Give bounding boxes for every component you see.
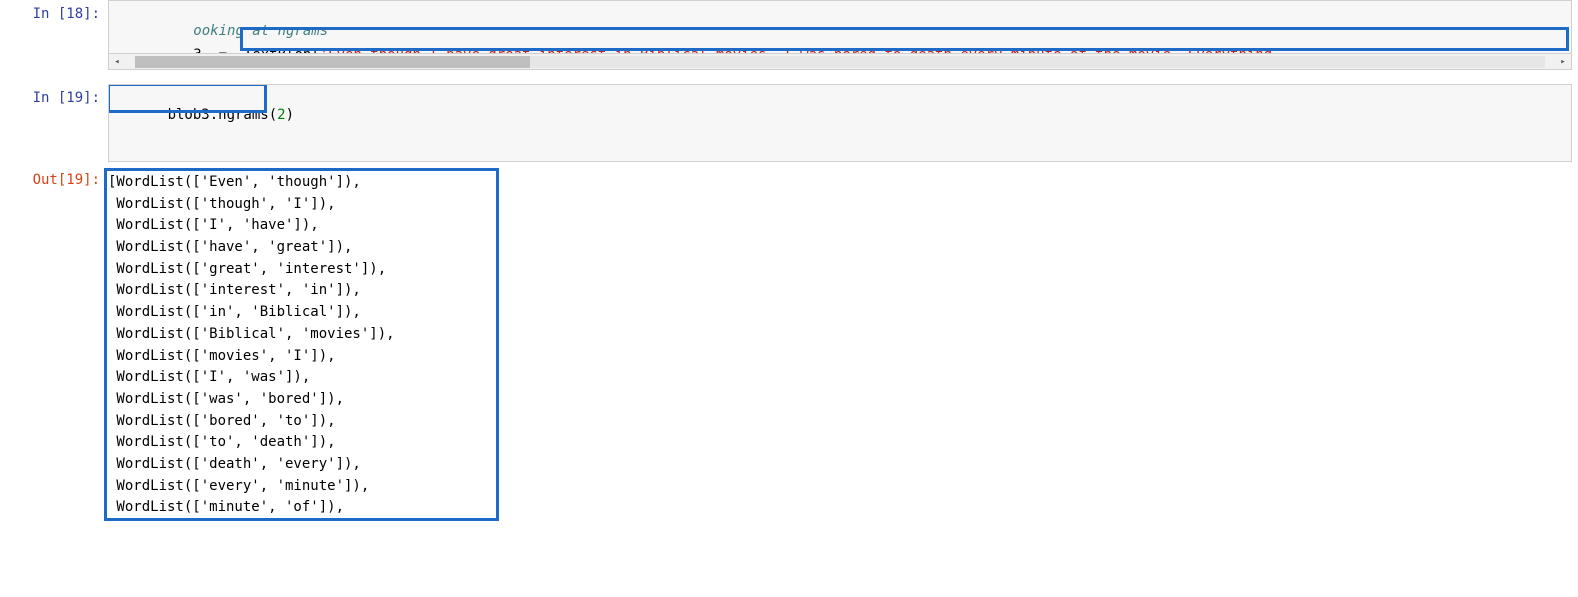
cell19-output-text: [WordList(['Even', 'though']), WordList(…	[108, 166, 1572, 519]
code-cell-18-content: ooking at ngrams 3 = TextBlob('Even thou…	[108, 0, 1578, 70]
cell19-call-post: )	[286, 107, 294, 123]
cell19-code-area[interactable]: blob3.ngrams(2)	[108, 84, 1572, 162]
cell18-code-area[interactable]: ooking at ngrams 3 = TextBlob('Even thou…	[108, 0, 1572, 54]
cell18-string: 'Even though I have great interest in Bi…	[320, 47, 1272, 54]
cell19-arg: 2	[277, 107, 285, 123]
scroll-right-icon[interactable]: ▸	[1557, 56, 1569, 68]
cell18-hscroll[interactable]: ◂ ▸	[108, 54, 1572, 70]
code-cell-19-content: blob3.ngrams(2)	[108, 84, 1578, 162]
highlight-output-box	[104, 168, 499, 521]
input-prompt-18: In [18]:	[0, 0, 108, 70]
cell19-call-pre: blob3.ngrams(	[168, 107, 278, 123]
cell18-assign: 3 = TextBlob(	[193, 47, 319, 54]
code-cell-19: In [19]: blob3.ngrams(2)	[0, 84, 1578, 162]
scroll-left-icon[interactable]: ◂	[111, 56, 123, 68]
input-prompt-19: In [19]:	[0, 84, 108, 162]
output-cell-19: Out[19]: [WordList(['Even', 'though']), …	[0, 166, 1578, 519]
scroll-thumb[interactable]	[135, 56, 530, 68]
output-cell-19-content: [WordList(['Even', 'though']), WordList(…	[108, 166, 1578, 519]
output-prompt-19: Out[19]:	[0, 166, 108, 519]
scroll-track[interactable]	[135, 56, 1545, 68]
cell18-scroll-container: ooking at ngrams 3 = TextBlob('Even thou…	[108, 0, 1572, 70]
code-cell-18: In [18]: ooking at ngrams 3 = TextBlob('…	[0, 0, 1578, 70]
